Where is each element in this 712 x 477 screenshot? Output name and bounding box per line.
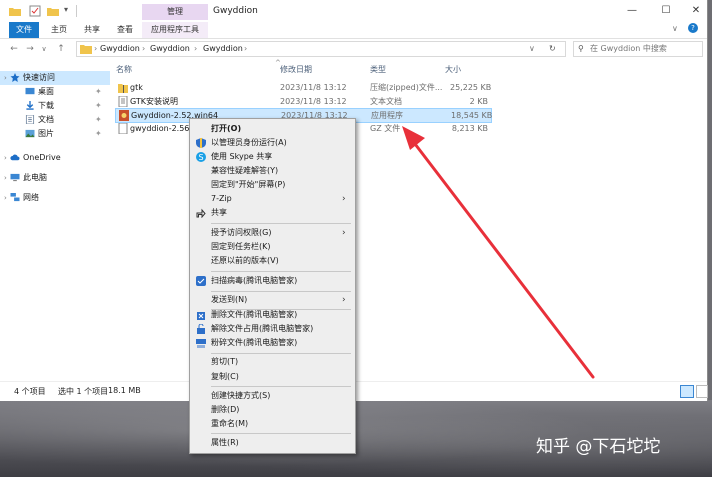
shield-icon [196,138,206,148]
menu-separator [211,223,351,224]
menu-item-label: 以管理员身份运行(A) [211,138,287,147]
menu-item-create-shortcut[interactable]: 创建快捷方式(S) [190,389,355,403]
menu-item-pin-taskbar[interactable]: 固定到任务栏(K) [190,240,355,254]
menu-item-compat-troubleshoot[interactable]: 兼容性疑难解答(Y) [190,164,355,178]
menu-separator [211,291,351,292]
menu-item-label: 固定到任务栏(K) [211,242,271,251]
submenu-arrow-icon: › [342,194,346,204]
menu-item-grant-access[interactable]: 授予访问权限(G) › [190,226,355,240]
menu-item-run-as-admin[interactable]: 以管理员身份运行(A) [190,136,355,150]
menu-item-send-to[interactable]: 发送到(N) › [190,293,355,307]
svg-text:S: S [198,153,203,162]
menu-item-label: 打开(O) [211,124,242,133]
menu-item-delete-file-tool[interactable]: 删除文件(腾讯电脑管家) [190,308,355,322]
menu-item-shred-file-tool[interactable]: 粉碎文件(腾讯电脑管家) [190,336,355,350]
menu-item-label: 剪切(T) [211,357,239,366]
menu-item-scan-virus[interactable]: 扫描病毒(腾讯电脑管家) [190,274,355,288]
menu-item-label: 删除(D) [211,405,240,414]
menu-item-label: 复制(C) [211,372,239,381]
delete-tool-icon [197,312,205,320]
menu-item-properties[interactable]: 属性(R) [190,436,355,450]
menu-item-7zip[interactable]: 7-Zip › [190,192,355,206]
menu-item-label: 扫描病毒(腾讯电脑管家) [211,276,298,285]
menu-item-share[interactable]: 共享 [190,206,355,220]
menu-item-label: 7-Zip [211,194,232,203]
menu-separator [211,386,351,387]
menu-item-label: 兼容性疑难解答(Y) [211,166,279,175]
antivirus-icon [196,276,206,286]
menu-item-open[interactable]: 打开(O) [190,122,355,136]
menu-item-label: 授予访问权限(G) [211,228,272,237]
menu-item-pin-start[interactable]: 固定到"开始"屏幕(P) [190,178,355,192]
menu-item-label: 属性(R) [211,438,239,447]
menu-separator [211,433,351,434]
menu-separator [211,353,351,354]
menu-item-label: 共享 [211,208,227,217]
context-menu: 打开(O) 以管理员身份运行(A) S 使用 Skype 共享 兼容性疑难解答(Y… [189,118,356,454]
share-icon [196,208,206,218]
menu-item-label: 固定到"开始"屏幕(P) [211,180,286,189]
watermark: 知乎 @下石坨坨 [536,437,661,457]
menu-item-label: 重命名(M) [211,419,249,428]
annotation-arrow [402,126,595,379]
menu-item-label: 解除文件占用(腾讯电脑管家) [211,324,314,333]
shred-tool-icon [196,339,206,348]
menu-separator [211,271,351,272]
menu-item-label: 粉碎文件(腾讯电脑管家) [211,338,298,347]
submenu-arrow-icon: › [342,228,346,238]
menu-item-label: 还原以前的版本(V) [211,256,279,265]
menu-item-label: 发送到(N) [211,295,248,304]
menu-item-restore-versions[interactable]: 还原以前的版本(V) [190,254,355,268]
submenu-arrow-icon: › [342,295,346,305]
menu-item-unlock-file-tool[interactable]: 解除文件占用(腾讯电脑管家) [190,322,355,336]
menu-item-delete[interactable]: 删除(D) [190,403,355,417]
menu-item-cut[interactable]: 剪切(T) [190,355,355,369]
menu-item-label: 创建快捷方式(S) [211,391,271,400]
menu-item-rename[interactable]: 重命名(M) [190,417,355,431]
menu-item-label: 删除文件(腾讯电脑管家) [211,310,298,319]
menu-item-label: 使用 Skype 共享 [211,152,273,161]
menu-item-copy[interactable]: 复制(C) [190,370,355,384]
unlock-tool-icon [197,324,205,334]
menu-item-skype-share[interactable]: S 使用 Skype 共享 [190,150,355,164]
skype-icon: S [196,152,206,162]
